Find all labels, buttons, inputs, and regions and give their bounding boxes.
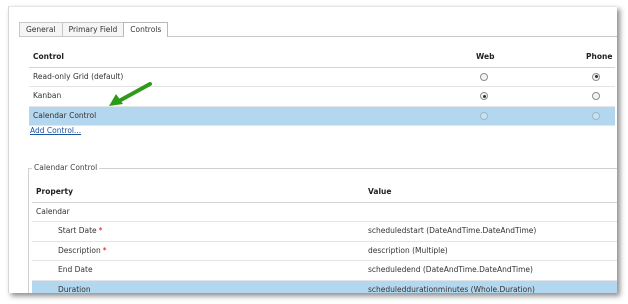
entity-view-panel: General Primary Field Controls Control W… (8, 6, 617, 293)
calendar-control-section: Calendar Control Property Value Calendar… (28, 160, 617, 293)
controls-header-row: Control Web Phone (29, 48, 615, 68)
property-group-label: Calendar (36, 206, 70, 216)
property-name: Description (58, 245, 101, 255)
property-row-end-date[interactable]: End Date scheduledend (DateAndTime.DateA… (32, 261, 617, 281)
property-value[interactable]: scheduledend (DateAndTime.DateAndTime) (368, 261, 533, 280)
web-radio-kanban[interactable] (480, 92, 488, 100)
tab-controls[interactable]: Controls (123, 22, 169, 37)
property-row-start-date[interactable]: Start Date * scheduledstart (DateAndTime.… (32, 222, 617, 242)
phone-radio-read-only-grid[interactable] (592, 72, 600, 81)
phone-column-header: Phone (586, 52, 613, 61)
property-row-duration[interactable]: Duration scheduleddurationminutes (Whole… (32, 280, 617, 294)
value-column-header: Value (368, 187, 392, 196)
control-row-calendar-control[interactable]: Calendar Control (29, 106, 615, 126)
control-name: Calendar Control (33, 110, 97, 120)
tab-divider (19, 36, 617, 37)
property-name: Start Date (58, 226, 97, 235)
web-radio-read-only-grid[interactable] (480, 72, 488, 81)
property-value[interactable]: scheduledstart (DateAndTime.DateAndTime) (368, 222, 536, 241)
tab-primary-field[interactable]: Primary Field (61, 22, 125, 36)
required-marker: * (98, 226, 103, 235)
tab-general[interactable]: General (19, 22, 63, 36)
green-arrow-icon (109, 82, 152, 106)
phone-radio-calendar-control[interactable] (592, 111, 600, 120)
property-table: Property Value Calendar Start Date * sche… (32, 183, 617, 293)
property-name: Duration (58, 284, 91, 294)
web-column-header: Web (476, 52, 495, 61)
add-control-link[interactable]: Add Control... (30, 126, 81, 135)
property-row-description[interactable]: Description * description (Multiple) (32, 242, 617, 261)
tab-strip: General Primary Field Controls (19, 22, 169, 37)
property-value[interactable]: scheduleddurationminutes (Whole.Duration… (368, 281, 535, 294)
property-name: End Date (58, 265, 93, 274)
phone-radio-kanban[interactable] (592, 92, 600, 100)
property-group-row: Calendar (32, 203, 617, 222)
control-column-header: Control (33, 52, 65, 61)
web-radio-calendar-control[interactable] (480, 111, 488, 120)
property-column-header: Property (36, 187, 73, 196)
section-legend: Calendar Control (32, 163, 100, 172)
required-marker: * (102, 245, 107, 255)
control-name: Kanban (33, 91, 62, 100)
property-value[interactable]: description (Multiple) (368, 242, 448, 261)
property-header-row: Property Value (32, 183, 617, 203)
